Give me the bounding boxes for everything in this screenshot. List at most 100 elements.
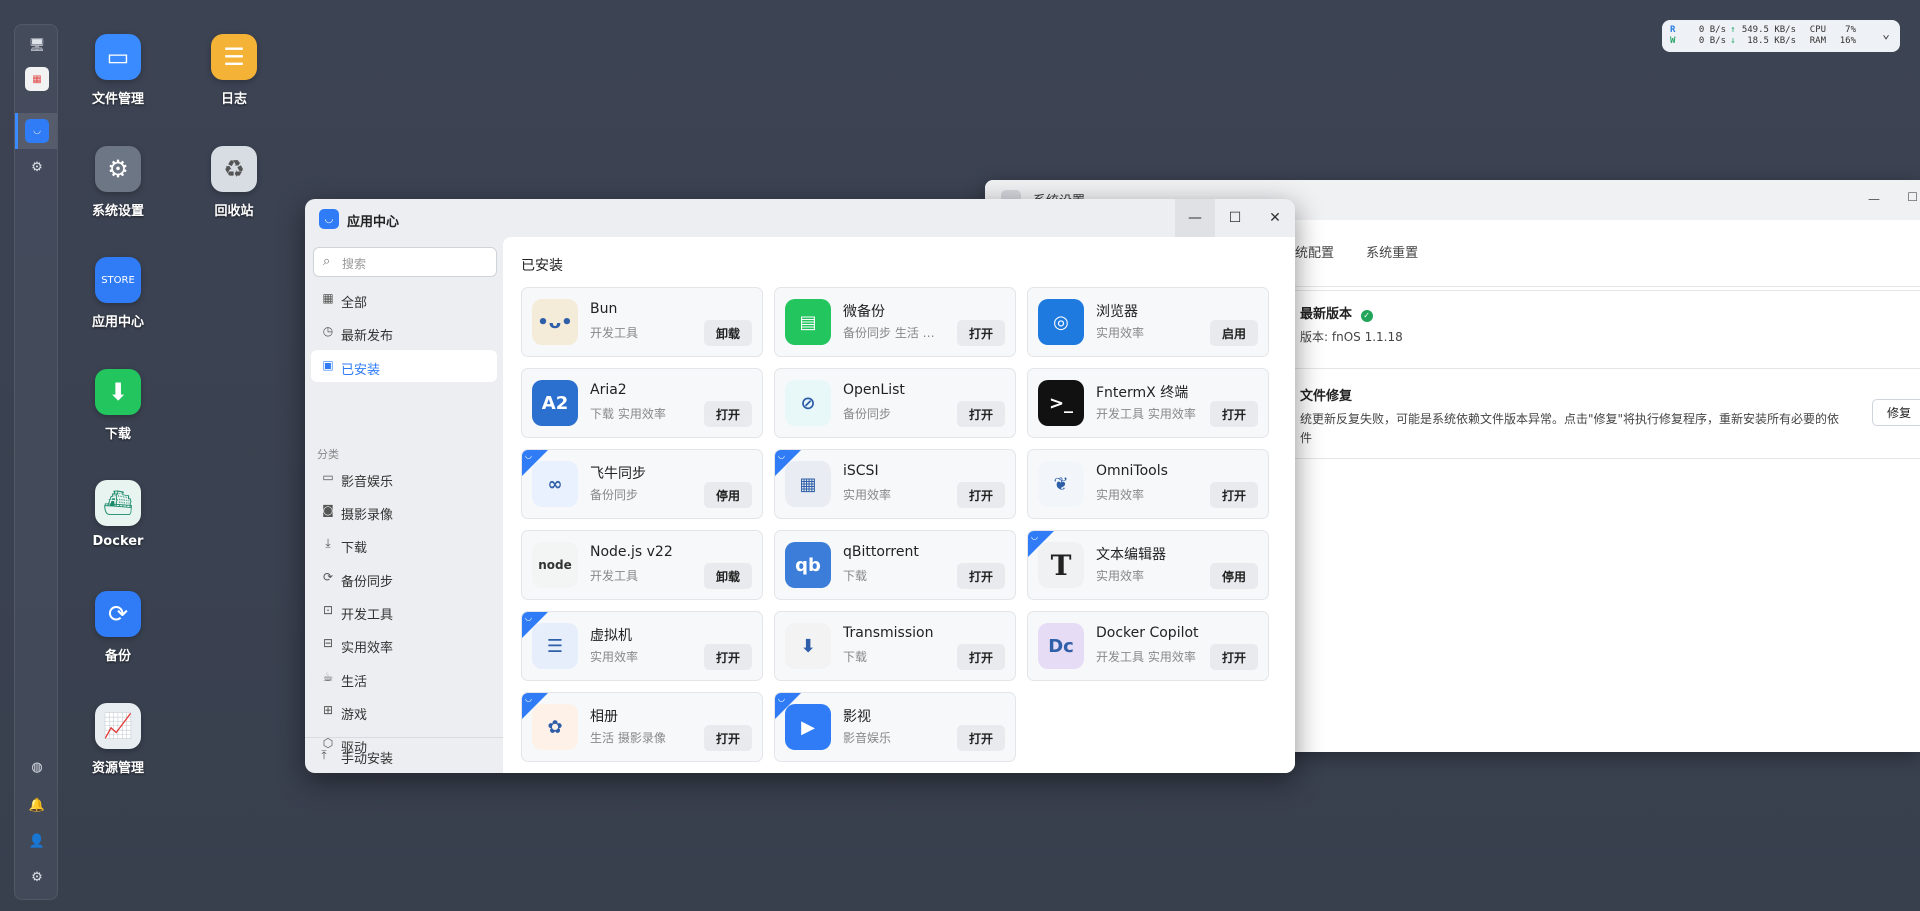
search-input[interactable]: ⌕ 搜索 [313,247,497,277]
update-section: 最新版本 ✓ 版本: fnOS 1.1.18 [1290,290,1920,360]
openlist-icon: ⊘ [785,380,831,426]
tab-config[interactable]: 统配置 [1295,246,1334,261]
store-icon: STORE [95,257,141,303]
desktop-icon-files[interactable]: ▭ 文件管理 [68,34,168,107]
app-tags: 实用效率 [843,488,892,502]
app-action-button[interactable]: 卸载 [704,320,752,346]
app-card[interactable]: ⊘ OpenList 备份同步 打开 [774,368,1016,438]
ribbon-icon: ◡ [778,451,785,460]
minimize-icon[interactable]: — [1868,192,1880,206]
minimize-button[interactable]: — [1175,199,1215,237]
app-name: 文本编辑器 [1096,547,1166,563]
omnitools-icon: ❦ [1038,461,1084,507]
desktop-icon-download[interactable]: ⬇ 下载 [68,369,168,442]
desktop-icon-store[interactable]: STORE 应用中心 [68,257,168,330]
app-card[interactable]: ∞ 飞牛同步 备份同步 停用 ◡ [521,449,763,519]
app-card[interactable]: ☰ 虚拟机 实用效率 打开 ◡ [521,611,763,681]
app-action-button[interactable]: 启用 [1210,320,1258,346]
ribbon-icon: ◡ [778,694,785,703]
store-icon: ◡ [319,209,339,229]
app-action-button[interactable]: 打开 [704,725,752,751]
app-action-button[interactable]: 打开 [957,644,1005,670]
gear-icon[interactable]: ⚙ [25,865,49,889]
app-card[interactable]: ▦ iSCSI 实用效率 打开 ◡ [774,449,1016,519]
search-icon: ⌕ [323,254,331,269]
maximize-icon[interactable]: ☐ [1907,190,1918,204]
app-name: 微备份 [843,304,885,320]
tab-reset[interactable]: 系统重置 [1366,246,1418,261]
app-card[interactable]: ⬇ Transmission 下载 打开 [774,611,1016,681]
app-card[interactable]: •ᴗ• Bun 开发工具 卸载 [521,287,763,357]
sidebar-item-dev[interactable]: ⊡ 开发工具 [311,595,497,627]
window-title: 应用中心 [347,215,400,230]
app-action-button[interactable]: 打开 [1210,401,1258,427]
sidebar-item-video[interactable]: ▭ 影音娱乐 [311,462,497,494]
app-action-button[interactable]: 打开 [957,725,1005,751]
desktop-icon-docker[interactable]: ⛴ Docker [68,480,168,549]
manual-install-button[interactable]: ⤒ 手动安装 [305,737,503,773]
bell-icon[interactable]: 🔔 [25,793,49,817]
sidebar-item-download[interactable]: ⤓ 下载 [311,528,497,560]
app-card[interactable]: >_ FntermX 终端 开发工具 实用效率 打开 [1027,368,1269,438]
app-card[interactable]: Dc Docker Copilot 开发工具 实用效率 打开 [1027,611,1269,681]
app-action-button[interactable]: 停用 [1210,563,1258,589]
app-card[interactable]: ✿ 相册 生活 摄影录像 打开 ◡ [521,692,763,762]
desktop-icon-resource[interactable]: 📈 资源管理 [68,703,168,776]
app-name: Node.js v22 [590,544,673,560]
app-card[interactable]: A2 Aria2 下载 实用效率 打开 [521,368,763,438]
sidebar-item-photography[interactable]: ◙ 摄影录像 [311,495,497,527]
app-action-button[interactable]: 打开 [704,401,752,427]
aria2-icon: A2 [532,380,578,426]
repair-button[interactable]: 修复 [1871,399,1920,426]
app-card[interactable]: ▶ 影视 影音娱乐 打开 ◡ [774,692,1016,762]
app-action-button[interactable]: 打开 [1210,644,1258,670]
resource-monitor[interactable]: R 0 B/s ↑ 549.5 KB/s CPU 7% W 0 B/s ↓ 18… [1662,20,1900,52]
sidebar-item-productivity[interactable]: ⊟ 实用效率 [311,628,497,660]
app-card[interactable]: ▤ 微备份备份同步 生活 实用效率打开 [774,287,1016,357]
log-icon: ☰ [211,34,257,80]
app-center-titlebar[interactable]: ◡ 应用中心 — ☐ ✕ [305,199,1295,237]
settings-icon[interactable]: ⚙ [25,155,49,179]
app-card[interactable]: ❦ OmniTools 实用效率 打开 [1027,449,1269,519]
store-icon[interactable]: ◡ [25,119,49,143]
sidebar-item-label: 全部 [341,296,368,311]
desktop-icon-log[interactable]: ☰ 日志 [184,34,284,107]
desktop-icon-backup[interactable]: ⟳ 备份 [68,591,168,664]
app-name: Docker Copilot [1096,625,1199,641]
sidebar-item-latest[interactable]: ◷ 最新发布 [311,316,497,348]
app-card[interactable]: ◎ 浏览器 实用效率 启用 [1027,287,1269,357]
app-action-button[interactable]: 打开 [957,482,1005,508]
sidebar-item-games[interactable]: ⊞ 游戏 [311,695,497,727]
app-card[interactable]: T 文本编辑器 实用效率 停用 ◡ [1027,530,1269,600]
app-action-button[interactable]: 打开 [957,563,1005,589]
sidebar-item-installed[interactable]: ▣ 已安装 [311,350,497,382]
user-icon[interactable]: 👤 [25,829,49,853]
network-icon[interactable]: ◍ [25,755,49,779]
apps-icon[interactable]: ▦ [25,67,49,91]
desktop-icon-settings[interactable]: ⚙ 系统设置 [68,146,168,219]
sync-icon: ⟳ [322,570,334,584]
desktop-icon-recycle[interactable]: ♻ 回收站 [184,146,284,219]
app-action-button[interactable]: 停用 [704,482,752,508]
repair-title: 文件修复 [1300,389,1353,404]
app-card[interactable]: node Node.js v22 开发工具 卸载 [521,530,763,600]
close-button[interactable]: ✕ [1255,199,1295,237]
app-action-button[interactable]: 打开 [704,644,752,670]
app-action-button[interactable]: 打开 [957,320,1005,346]
sidebar-item-all[interactable]: ▦ 全部 [311,283,497,315]
sidebar-item-label: 已安装 [341,363,381,378]
app-action-button[interactable]: 卸载 [704,563,752,589]
repair-section: 文件修复 统更新反复失败，可能是系统依赖文件版本异常。点击"修复"将执行修复程序… [1290,368,1920,458]
app-action-button[interactable]: 打开 [1210,482,1258,508]
maximize-button[interactable]: ☐ [1215,199,1255,237]
section-title: 已安装 [521,258,563,274]
app-card[interactable]: qb qBittorrent 下载 打开 [774,530,1016,600]
app-action-button[interactable]: 打开 [957,401,1005,427]
app-name: OpenList [843,382,905,398]
chevron-double-down-icon[interactable]: ⌄ [1882,27,1890,42]
sidebar-item-backup[interactable]: ⟳ 备份同步 [311,562,497,594]
app-tags: 备份同步 [843,407,892,421]
sidebar-item-life[interactable]: ☕ 生活 [311,662,497,694]
clock-icon: ◷ [322,324,334,338]
monitor-icon[interactable]: 🖥 [25,33,49,57]
